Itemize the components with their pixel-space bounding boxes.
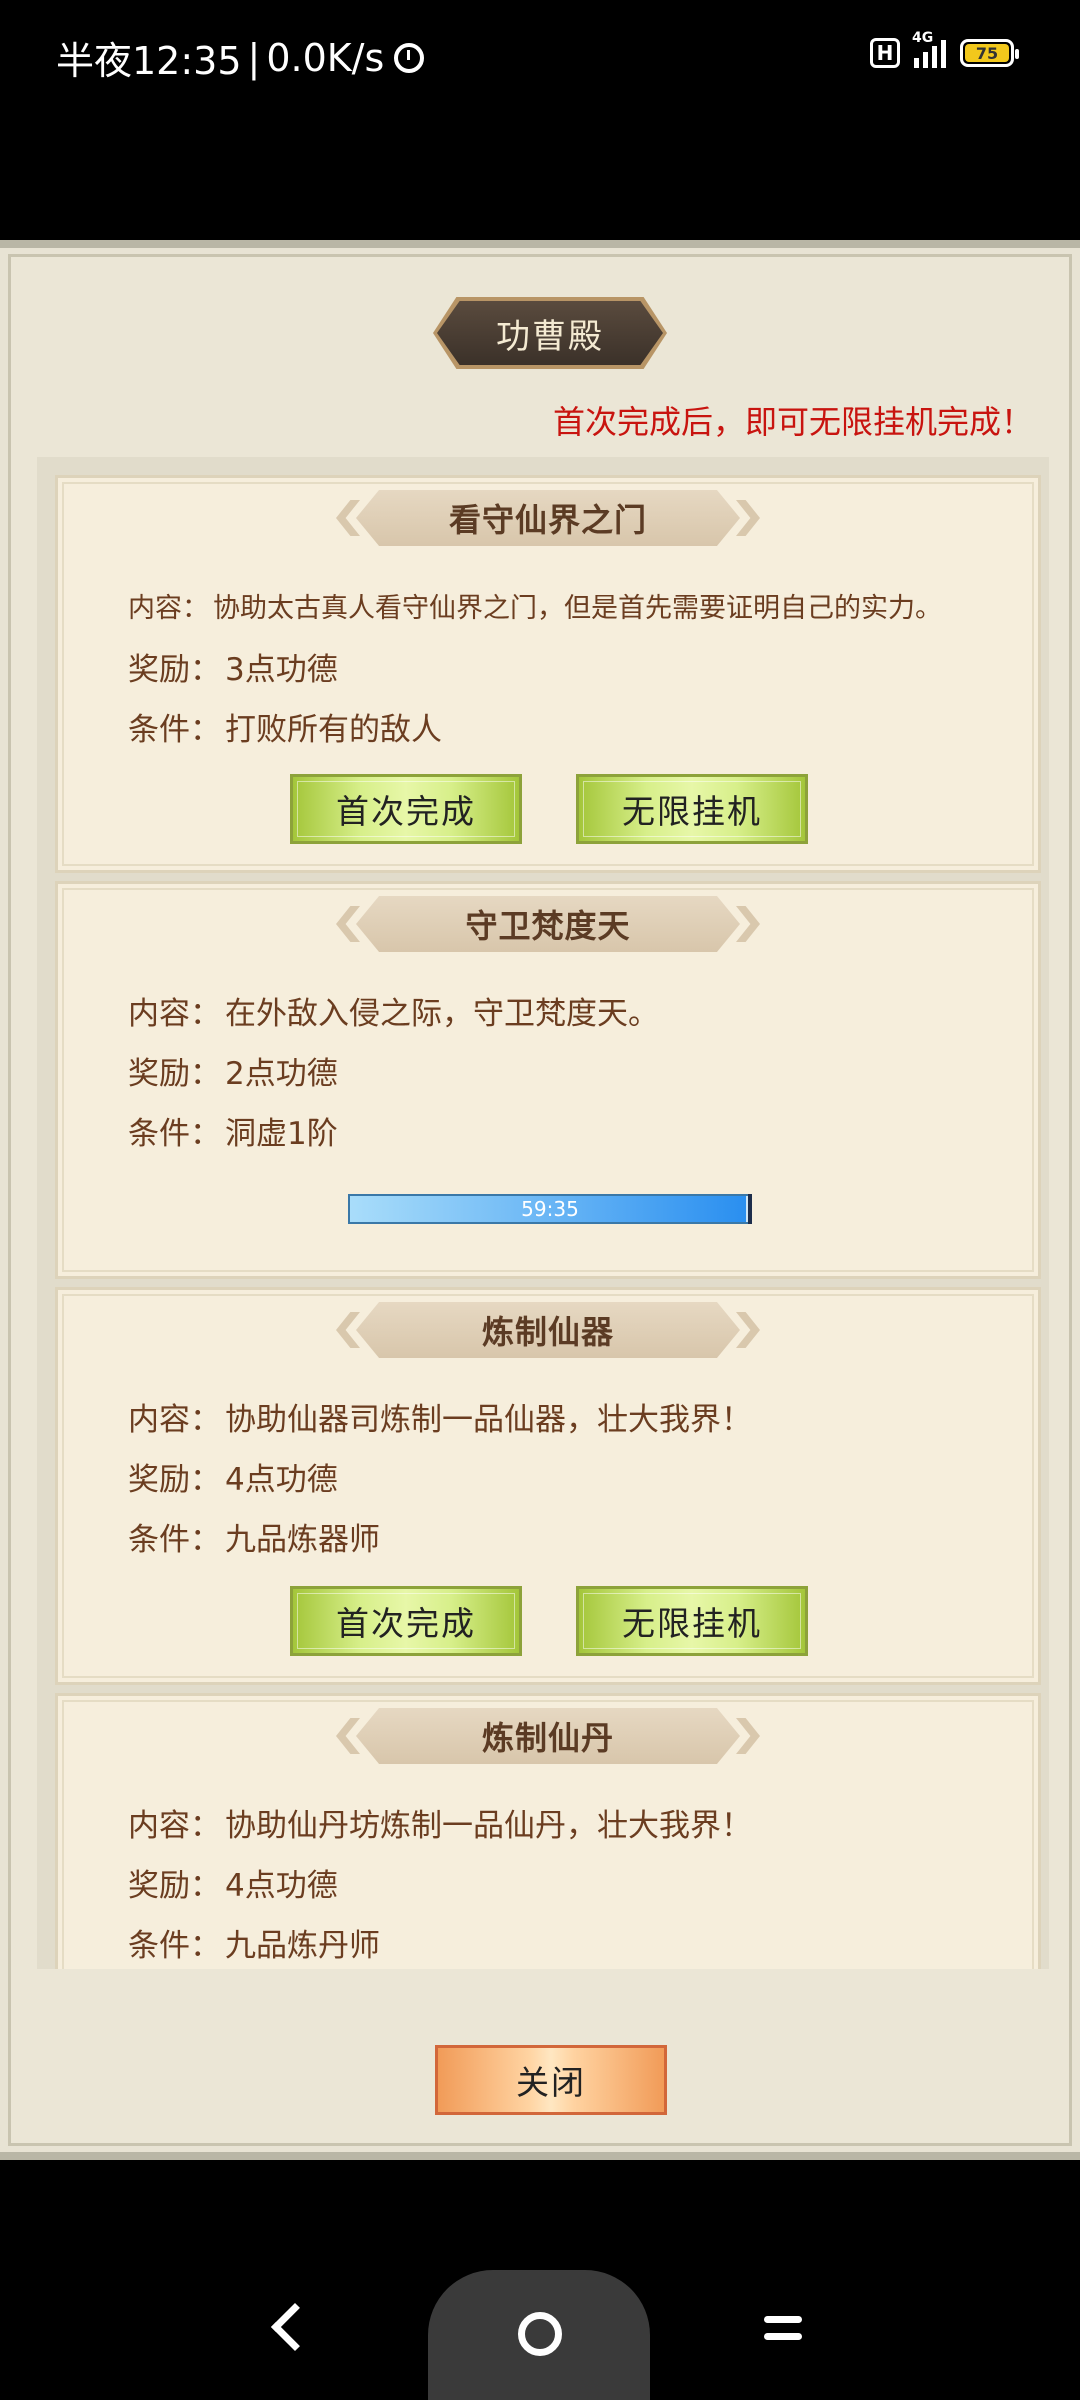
network-type: 4G bbox=[912, 30, 934, 46]
hd-icon: H bbox=[870, 38, 900, 68]
battery-level: 75 bbox=[965, 44, 1009, 63]
task-title: 炼制仙器 bbox=[481, 1313, 614, 1351]
task-title: 守卫梵度天 bbox=[465, 907, 631, 945]
task-condition: 条件： 九品炼丹师 bbox=[128, 1928, 380, 1964]
idle-button[interactable]: 无限挂机 bbox=[576, 1586, 808, 1656]
task-condition: 条件： 九品炼器师 bbox=[128, 1522, 380, 1558]
signal-icon: 4G bbox=[912, 30, 946, 68]
task-content: 内容： 协助仙器司炼制一品仙器，壮大我界！ bbox=[128, 1402, 752, 1438]
task-header: 看守仙界之门 bbox=[336, 490, 760, 546]
task-reward: 奖励： 2点功德 bbox=[128, 1056, 338, 1092]
first-complete-button[interactable]: 首次完成 bbox=[290, 774, 522, 844]
task-content: 内容： 协助太古真人看守仙界之门，但是首先需要证明自己的实力。 bbox=[128, 593, 942, 624]
status-bar: 半夜12:35 | 0.0K/s H 4G 75 bbox=[0, 0, 1080, 110]
battery-icon: 75 bbox=[960, 39, 1019, 67]
task-card: 炼制仙丹 内容： 协助仙丹坊炼制一品仙丹，壮大我界！ 奖励： 4点功德 条件： 九品炼… bbox=[55, 1693, 1041, 1969]
task-card: 守卫梵度天 内容： 在外敌入侵之际，守卫梵度天。 奖励： 2点功德 条件： 洞虚1阶 … bbox=[55, 881, 1041, 1279]
close-button[interactable]: 关闭 bbox=[435, 2045, 667, 2115]
task-reward: 奖励： 3点功德 bbox=[128, 652, 338, 688]
status-left: 半夜12:35 | 0.0K/s bbox=[56, 30, 425, 85]
status-right: H 4G 75 bbox=[870, 30, 1019, 68]
task-content: 内容： 协助仙丹坊炼制一品仙丹，壮大我界！ bbox=[128, 1808, 752, 1844]
task-reward: 奖励： 4点功德 bbox=[128, 1868, 338, 1904]
timer-progress-bar: 59:35 bbox=[348, 1194, 752, 1224]
dialog-title-plate: 功曹殿 bbox=[433, 297, 667, 369]
home-icon[interactable] bbox=[518, 2312, 562, 2356]
first-complete-button[interactable]: 首次完成 bbox=[290, 1586, 522, 1656]
idle-button[interactable]: 无限挂机 bbox=[576, 774, 808, 844]
dialog-title: 功曹殿 bbox=[496, 316, 604, 357]
task-header: 炼制仙丹 bbox=[336, 1708, 760, 1764]
task-content: 内容： 在外敌入侵之际，守卫梵度天。 bbox=[128, 996, 659, 1032]
task-header: 守卫梵度天 bbox=[336, 896, 760, 952]
clock: 半夜12:35 bbox=[56, 39, 242, 83]
task-title: 看守仙界之门 bbox=[448, 501, 647, 539]
separator: | bbox=[247, 35, 261, 80]
alarm-icon bbox=[394, 42, 425, 73]
task-card: 炼制仙器 内容： 协助仙器司炼制一品仙器，壮大我界！ 奖励： 4点功德 条件： 九品炼… bbox=[55, 1287, 1041, 1685]
dialog-panel: 功曹殿 首次完成后，即可无限挂机完成！ 看守仙界之门 内容： 协助太古真人看守仙界… bbox=[0, 240, 1080, 2160]
task-list[interactable]: 看守仙界之门 内容： 协助太古真人看守仙界之门，但是首先需要证明自己的实力。 奖励… bbox=[37, 457, 1049, 1969]
task-condition: 条件： 洞虚1阶 bbox=[128, 1116, 338, 1152]
task-condition: 条件： 打败所有的敌人 bbox=[128, 712, 442, 748]
timer-text: 59:35 bbox=[521, 1197, 579, 1221]
notice-text: 首次完成后，即可无限挂机完成！ bbox=[552, 403, 1033, 441]
task-title: 炼制仙丹 bbox=[481, 1719, 614, 1757]
task-card: 看守仙界之门 内容： 协助太古真人看守仙界之门，但是首先需要证明自己的实力。 奖励… bbox=[55, 475, 1041, 873]
network-speed: 0.0K/s bbox=[266, 35, 385, 80]
task-reward: 奖励： 4点功德 bbox=[128, 1462, 338, 1498]
menu-icon[interactable] bbox=[764, 2316, 802, 2350]
task-header: 炼制仙器 bbox=[336, 1302, 760, 1358]
dialog-inner: 功曹殿 首次完成后，即可无限挂机完成！ 看守仙界之门 内容： 协助太古真人看守仙界… bbox=[8, 254, 1072, 2146]
